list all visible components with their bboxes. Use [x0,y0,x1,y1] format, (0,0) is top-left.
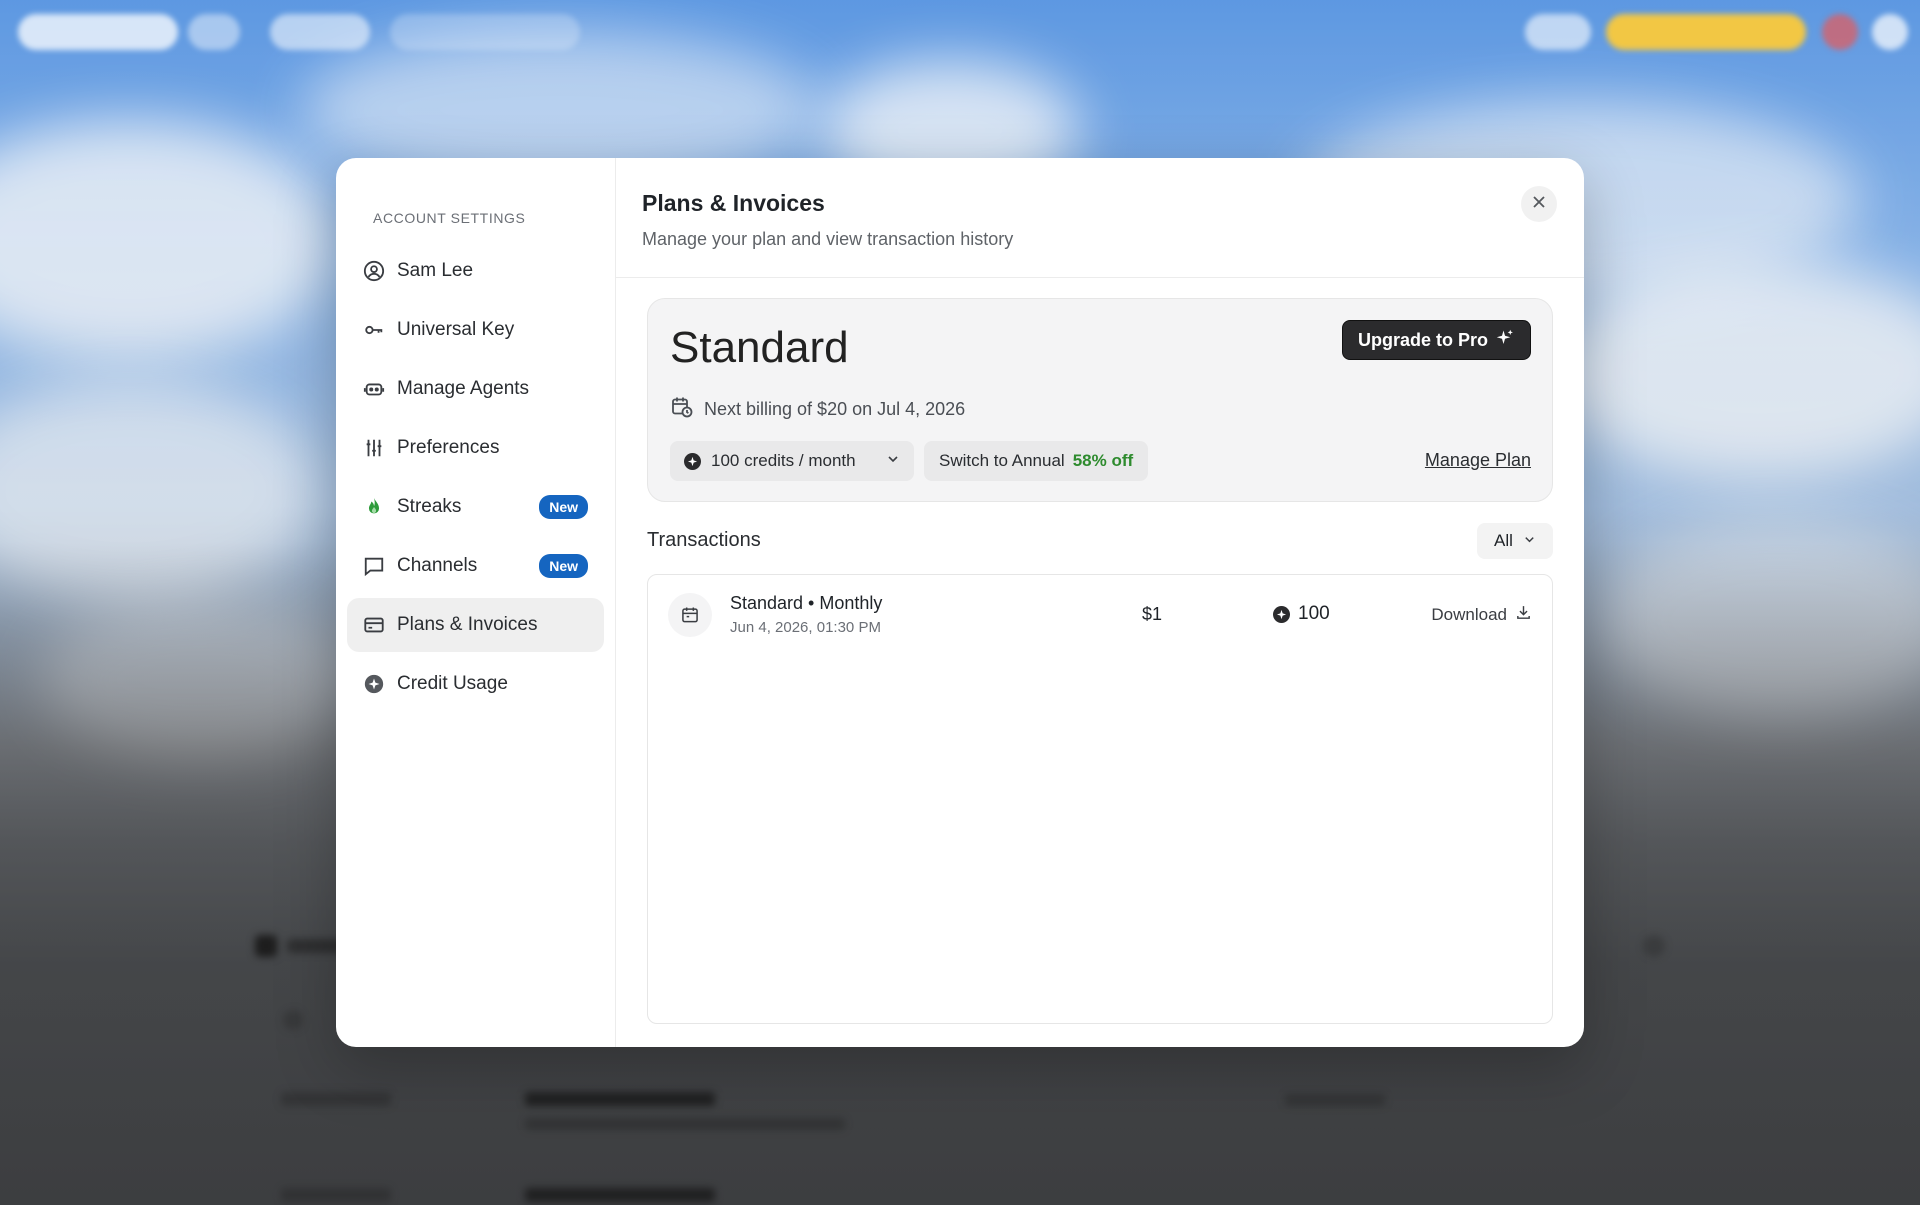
sidebar-item-profile[interactable]: Sam Lee [347,244,604,298]
current-plan-card: Standard Upgrade to Pro Next billing of … [647,298,1553,502]
transactions-filter-dropdown[interactable]: All [1477,523,1553,559]
switch-to-annual-button[interactable]: Switch to Annual 58% off [924,441,1149,481]
sparkle-icon [1496,329,1514,352]
upgrade-to-pro-button[interactable]: Upgrade to Pro [1341,320,1531,360]
sidebar-item-label: Manage Agents [397,378,530,399]
plans-invoices-panel: Plans & Invoices Manage your plan and vi… [616,158,1584,1047]
sidebar-heading: ACCOUNT SETTINGS [373,210,526,226]
transaction-name: Standard • Monthly [730,593,883,613]
upgrade-label: Upgrade to Pro [1357,329,1488,350]
transaction-amount: $1 [1142,604,1163,624]
download-button[interactable]: Download [1431,604,1532,626]
account-settings-modal: ACCOUNT SETTINGS Sam Lee Universal Key M… [336,158,1584,1047]
discount-label: 58% off [1072,451,1134,470]
sidebar-item-label: Preferences [397,437,500,458]
background-topbar [0,14,1920,64]
sidebar-item-plans-invoices[interactable]: Plans & Invoices [347,598,604,652]
filter-value: All [1494,531,1513,550]
sidebar-item-label: Streaks [397,496,462,517]
page-subtitle: Manage your plan and view transaction hi… [642,229,1014,249]
sidebar-item-channels[interactable]: Channels New [347,539,604,593]
credit-coin-icon [363,673,385,695]
panel-header: Plans & Invoices Manage your plan and vi… [616,158,1584,278]
transaction-credits: 100 [1273,603,1330,625]
credit-card-icon [363,614,385,636]
robot-icon [363,378,385,400]
flame-icon [363,496,385,518]
credits-dropdown[interactable]: 100 credits / month [670,441,914,481]
credits-value: 100 [1298,603,1330,624]
user-circle-icon [363,260,385,282]
chevron-down-icon [886,451,900,471]
sidebar-item-streaks[interactable]: Streaks New [347,480,604,534]
transactions-list: Standard • Monthly Jun 4, 2026, 01:30 PM… [647,574,1553,1024]
table-row: Standard • Monthly Jun 4, 2026, 01:30 PM… [648,575,1552,655]
sidebar-item-label: Universal Key [397,319,515,340]
new-badge: New [539,554,588,578]
billing-text: Next billing of $20 on Jul 4, 2026 [704,399,966,419]
sidebar-item-preferences[interactable]: Preferences [347,421,604,475]
chevron-down-icon [1523,531,1536,551]
sidebar-item-universal-key[interactable]: Universal Key [347,303,604,357]
sidebar-item-label: Channels [397,555,478,576]
credit-coin-icon [1273,605,1290,623]
sidebar-item-manage-agents[interactable]: Manage Agents [347,362,604,416]
close-icon [1531,194,1547,215]
page-title: Plans & Invoices [642,190,825,216]
next-billing: Next billing of $20 on Jul 4, 2026 [670,395,965,424]
close-button[interactable] [1521,186,1557,222]
settings-sidebar: ACCOUNT SETTINGS Sam Lee Universal Key M… [336,158,616,1047]
switch-label: Switch to Annual [939,451,1065,470]
manage-plan-link[interactable]: Manage Plan [1425,450,1531,471]
new-badge: New [539,495,588,519]
download-icon [1515,604,1532,626]
key-icon [363,319,385,341]
credit-coin-icon [684,452,701,470]
transactions-heading: Transactions [647,529,761,551]
credits-option: 100 credits / month [711,451,856,470]
sidebar-item-label: Credit Usage [397,673,508,694]
transaction-date: Jun 4, 2026, 01:30 PM [730,619,881,636]
calendar-icon [668,593,712,637]
download-label: Download [1431,605,1507,624]
plan-name: Standard [670,323,849,372]
sidebar-item-label: Plans & Invoices [397,614,538,635]
chat-bubble-icon [363,555,385,577]
sliders-icon [363,437,385,459]
sidebar-item-label: Sam Lee [397,260,474,281]
calendar-clock-icon [670,395,694,424]
sidebar-item-credit-usage[interactable]: Credit Usage [347,657,604,711]
